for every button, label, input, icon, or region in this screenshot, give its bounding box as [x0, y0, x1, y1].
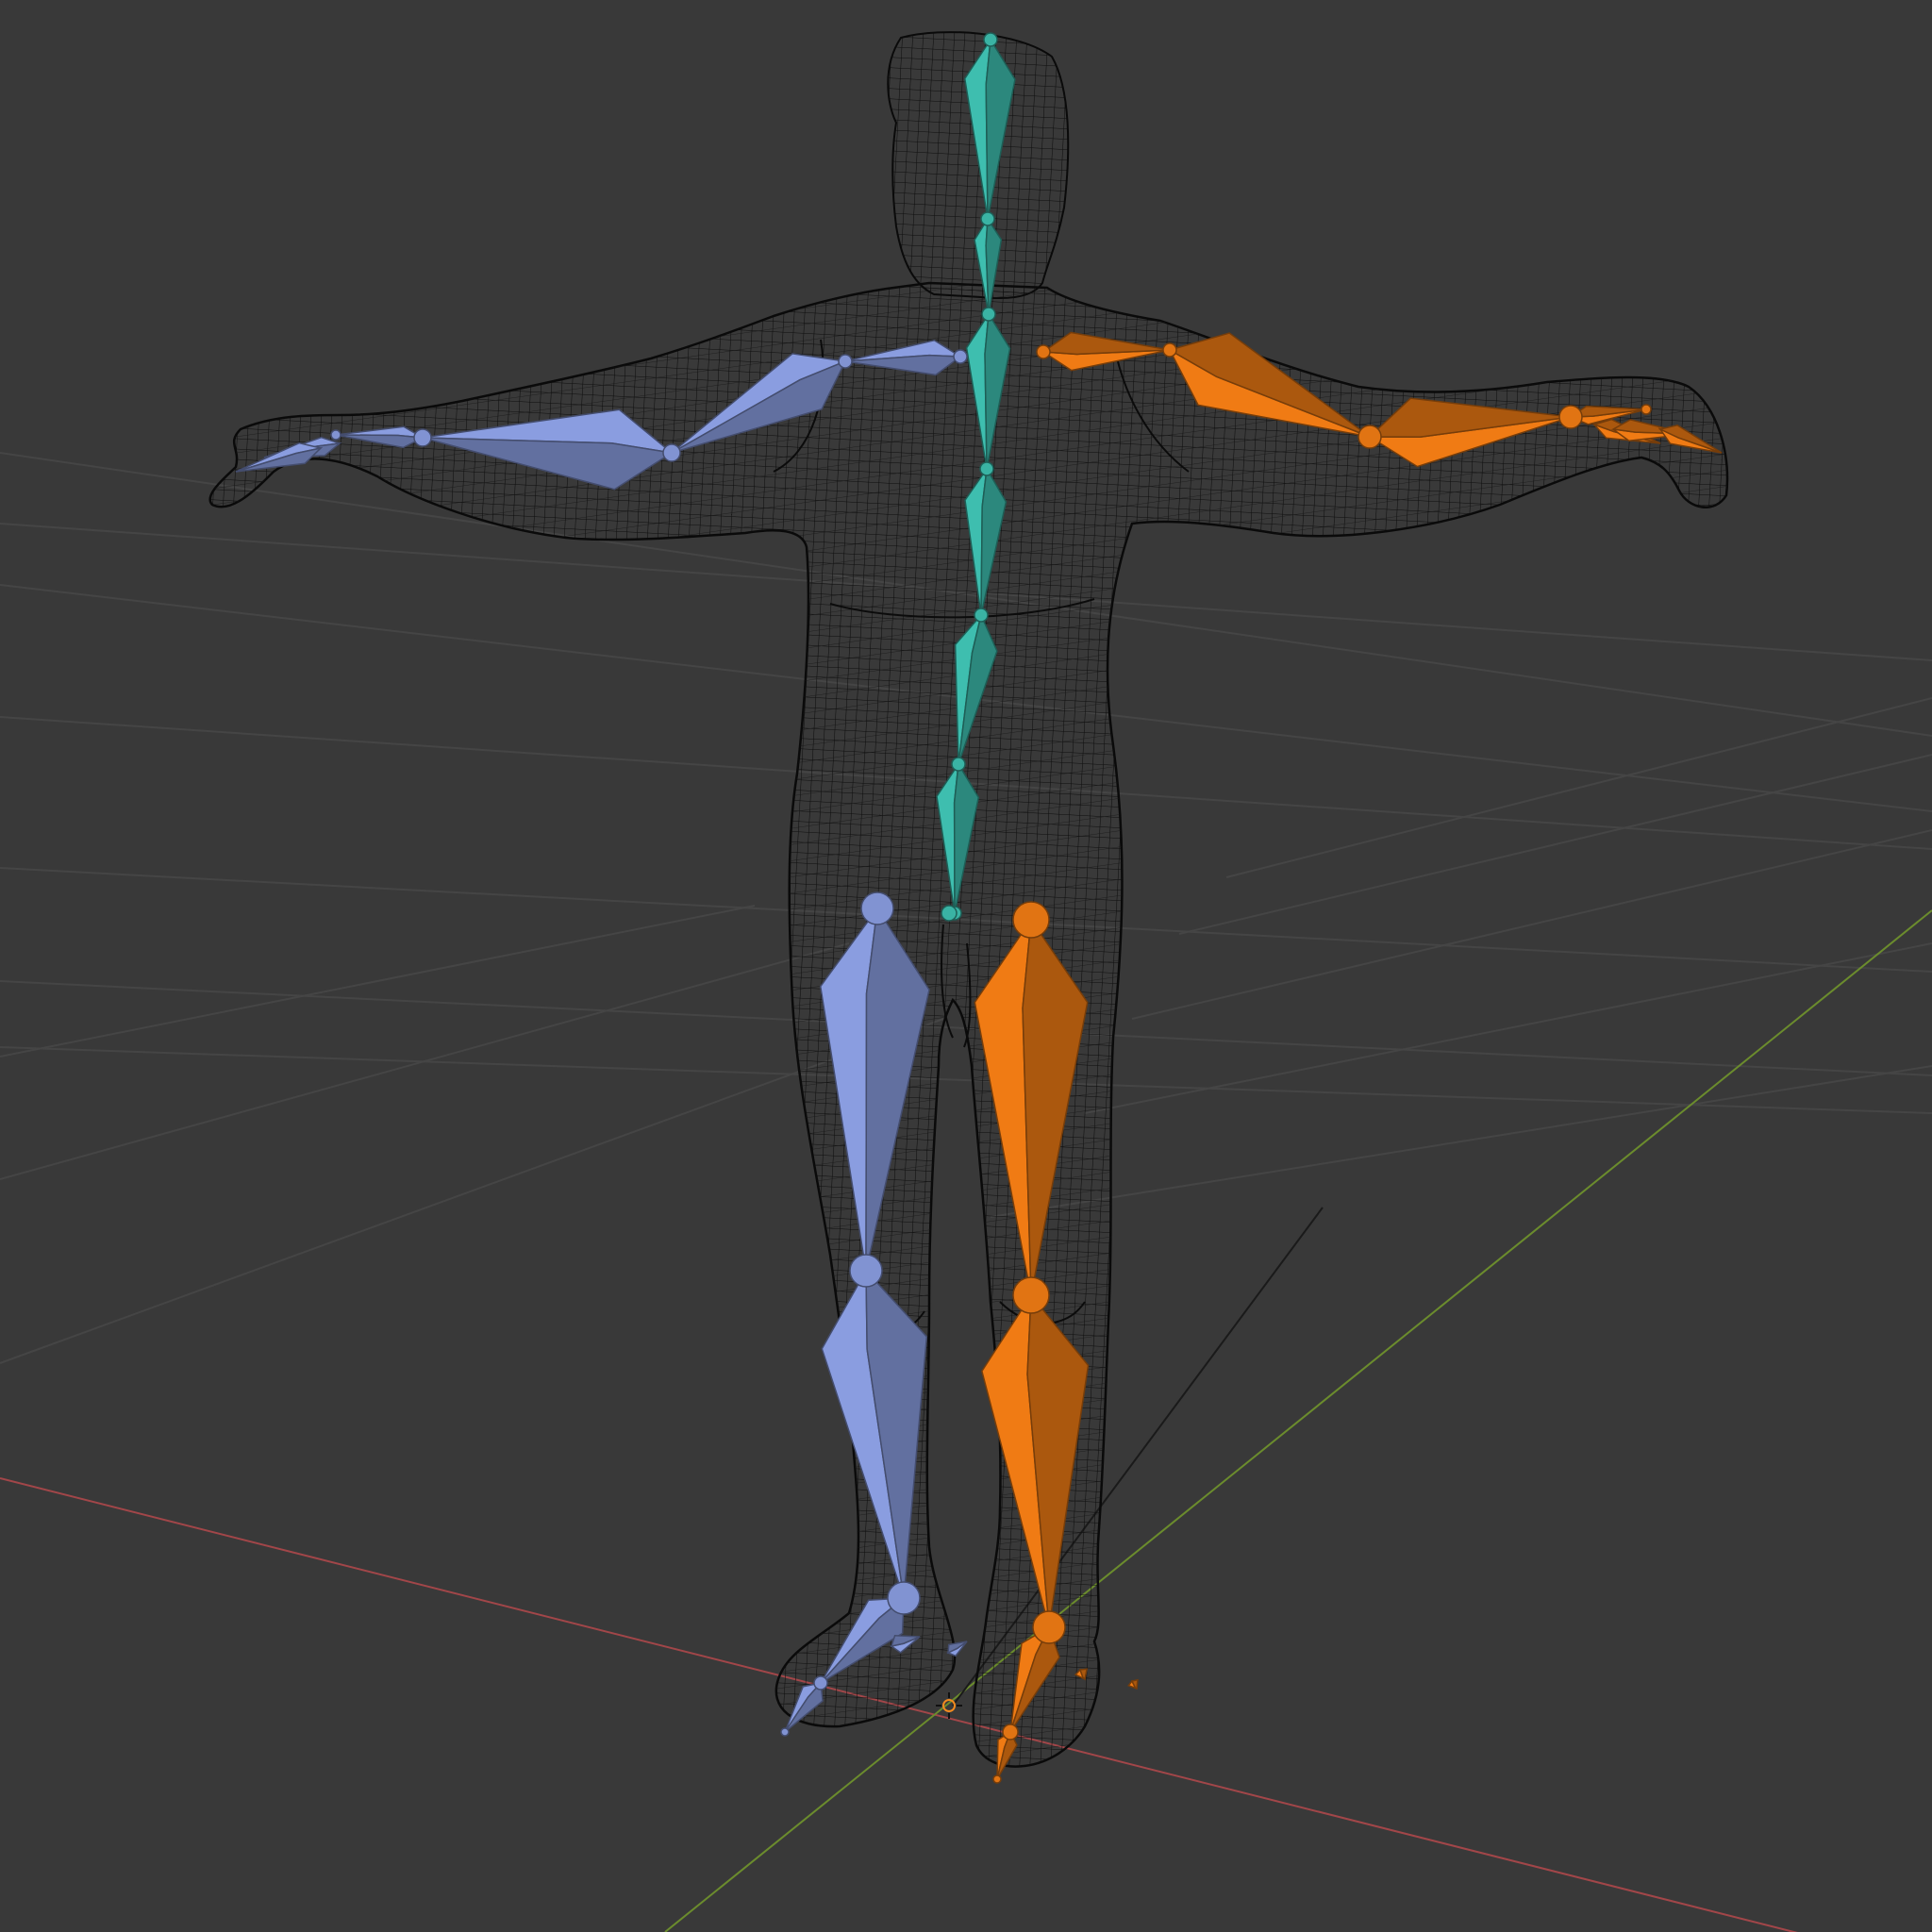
spine-joint[interactable] [974, 608, 989, 623]
right-arm-joint[interactable] [1162, 342, 1177, 358]
grid-line [1084, 942, 1932, 1114]
right-leg-joint[interactable] [1012, 1276, 1050, 1314]
left-arm-joint[interactable] [662, 443, 681, 462]
spine-joint[interactable] [951, 757, 966, 772]
pelvis-joint[interactable] [941, 905, 958, 922]
x-axis-line [0, 1477, 1798, 1932]
grid-line [1225, 697, 1932, 878]
grid-line [0, 942, 850, 1180]
right-heel-bone[interactable] [1127, 1678, 1139, 1690]
left-arm-joint[interactable] [330, 429, 341, 441]
grid-line [0, 1046, 1932, 1114]
right-arm-joint[interactable] [1357, 425, 1382, 449]
right-arm-joint[interactable] [1036, 344, 1051, 359]
right-leg-joint[interactable] [1032, 1610, 1066, 1644]
left-leg-joint[interactable] [887, 1581, 921, 1615]
left-leg-joint[interactable] [849, 1254, 883, 1288]
character-mesh-wireframe[interactable] [208, 31, 1729, 1768]
right-leg-joint[interactable] [992, 1774, 1002, 1784]
grid-line [0, 905, 756, 1058]
left-arm-joint[interactable] [953, 349, 968, 364]
grid-line [1131, 829, 1932, 1020]
spine-joint[interactable] [983, 32, 998, 47]
3d-viewport[interactable] [0, 0, 1932, 1932]
right-arm-joint[interactable] [1641, 404, 1652, 415]
right-leg-joint[interactable] [1002, 1724, 1019, 1740]
grid-line [1178, 754, 1932, 935]
grid-line [990, 1065, 1932, 1218]
spine-joint[interactable] [979, 461, 994, 476]
left-leg-joint[interactable] [860, 891, 894, 925]
left-leg-joint[interactable] [780, 1727, 790, 1737]
right-leg-joint[interactable] [1012, 901, 1050, 939]
right-arm-joint[interactable] [1558, 405, 1583, 429]
left-arm-joint[interactable] [838, 354, 853, 369]
spine-joint[interactable] [980, 211, 995, 226]
spine-joint[interactable] [981, 307, 996, 322]
viewport-canvas[interactable] [0, 0, 1932, 1932]
left-arm-joint[interactable] [413, 428, 432, 447]
left-leg-joint[interactable] [813, 1675, 828, 1690]
left-heel-bone[interactable] [946, 1641, 968, 1657]
